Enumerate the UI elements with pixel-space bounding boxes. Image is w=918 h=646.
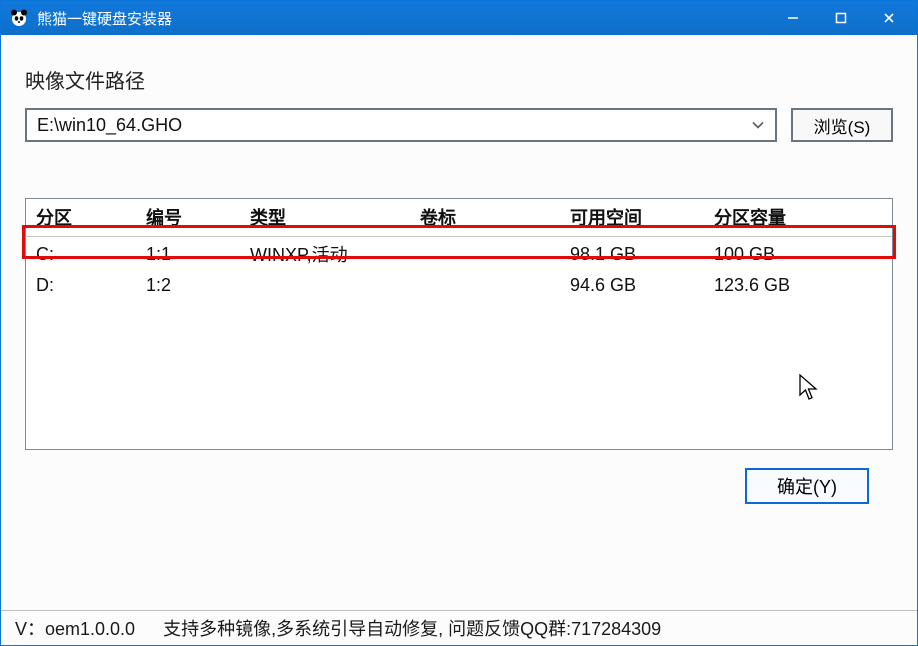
image-path-row: E:\win10_64.GHO 浏览(S) (25, 108, 893, 142)
image-path-combobox[interactable]: E:\win10_64.GHO (25, 108, 777, 142)
col-index[interactable]: 编号 (136, 199, 240, 237)
image-path-label: 映像文件路径 (25, 65, 893, 94)
chevron-down-icon (747, 118, 769, 132)
col-label[interactable]: 卷标 (410, 199, 560, 237)
ok-button[interactable]: 确定(Y) (745, 468, 869, 504)
browse-button[interactable]: 浏览(S) (791, 108, 893, 142)
status-bar: V：oem1.0.0.0 支持多种镜像,多系统引导自动修复, 问题反馈QQ群:7… (1, 610, 917, 645)
col-type[interactable]: 类型 (240, 199, 410, 237)
image-path-value: E:\win10_64.GHO (37, 115, 747, 136)
table-row[interactable]: D: 1:2 94.6 GB 123.6 GB (26, 271, 892, 300)
window-title: 熊猫一键硬盘安装器 (37, 8, 172, 29)
app-window: 熊猫一键硬盘安装器 映像文件路径 E:\win10_64.GHO 浏览(S) (0, 0, 918, 646)
panda-icon (9, 8, 29, 28)
col-capacity[interactable]: 分区容量 (704, 199, 892, 237)
close-button[interactable] (865, 1, 913, 35)
partition-table-frame: 分区 编号 类型 卷标 可用空间 分区容量 C: 1:1 WINXP,活动 9 (25, 198, 893, 450)
content-area: 映像文件路径 E:\win10_64.GHO 浏览(S) 分区 (1, 35, 917, 610)
col-free[interactable]: 可用空间 (560, 199, 704, 237)
partition-table: 分区 编号 类型 卷标 可用空间 分区容量 C: 1:1 WINXP,活动 9 (26, 199, 892, 300)
minimize-button[interactable] (769, 1, 817, 35)
cursor-icon (798, 373, 820, 403)
footer-info: 支持多种镜像,多系统引导自动修复, 问题反馈QQ群:717284309 (163, 615, 661, 641)
titlebar: 熊猫一键硬盘安装器 (1, 1, 917, 35)
action-row: 确定(Y) (25, 450, 893, 514)
table-row[interactable]: C: 1:1 WINXP,活动 98.1 GB 100 GB (26, 237, 892, 272)
table-header-row: 分区 编号 类型 卷标 可用空间 分区容量 (26, 199, 892, 237)
maximize-button[interactable] (817, 1, 865, 35)
col-partition[interactable]: 分区 (26, 199, 136, 237)
version-text: V：oem1.0.0.0 (15, 615, 135, 641)
